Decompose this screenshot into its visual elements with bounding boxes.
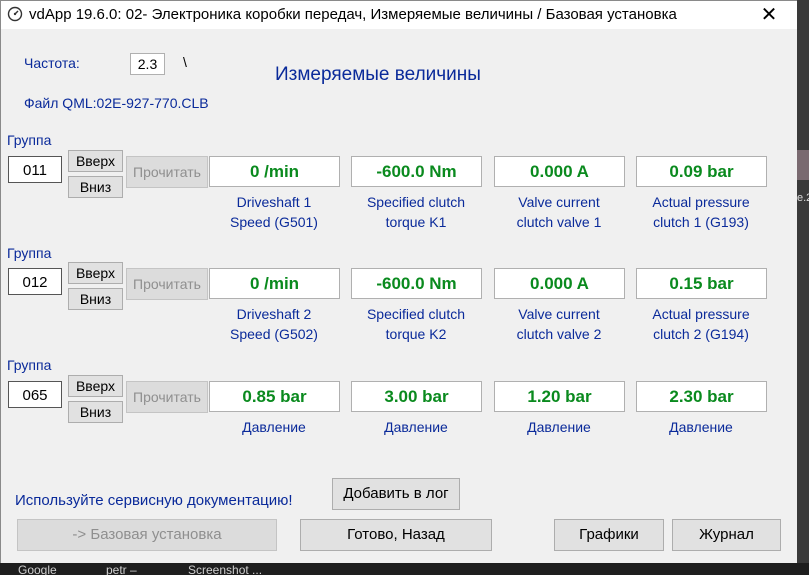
value-field: -600.0 Nm: [351, 156, 482, 187]
close-icon[interactable]: ✕: [757, 3, 781, 27]
value-field: 2.30 bar: [636, 381, 767, 412]
group-down-button[interactable]: Вниз: [68, 401, 123, 423]
group-up-button[interactable]: Вверх: [68, 262, 123, 284]
taskbar-item[interactable]: petr –: [106, 563, 137, 575]
value-caption: Actual pressure clutch 1 (G193): [652, 194, 750, 230]
main-panel: Частота: 2.3 \ Файл QML:02E-927-770.CLB …: [1, 29, 797, 564]
value-caption: Actual pressure clutch 2 (G194): [652, 306, 750, 342]
taskbar: Google petr – Screenshot ...: [0, 563, 809, 575]
basic-setting-button[interactable]: -> Базовая установка: [17, 519, 277, 551]
service-doc-notice: Используйте сервисную документацию!: [15, 492, 293, 509]
value-field: 0 /min: [209, 268, 340, 299]
value-caption: Давление: [242, 419, 306, 435]
group-down-button[interactable]: Вниз: [68, 176, 123, 198]
value-caption: Давление: [527, 419, 591, 435]
page-title: Измеряемые величины: [275, 64, 481, 85]
window-title: vdApp 19.6.0: 02- Электроника коробки пе…: [29, 6, 677, 23]
activity-spinner: \: [183, 54, 187, 70]
value-field: -600.0 Nm: [351, 268, 482, 299]
add-to-log-button[interactable]: Добавить в лог: [332, 478, 460, 510]
group-number-input[interactable]: 012: [8, 268, 62, 295]
value-caption: Driveshaft 2 Speed (G502): [230, 306, 318, 342]
group-up-button[interactable]: Вверх: [68, 150, 123, 172]
value-field: 0.000 A: [494, 156, 625, 187]
background-thumbnail: [797, 150, 809, 180]
value-field: 1.20 bar: [494, 381, 625, 412]
value-caption: Specified clutch torque K2: [366, 306, 466, 342]
read-button[interactable]: Прочитать: [126, 381, 208, 413]
read-button[interactable]: Прочитать: [126, 268, 208, 300]
value-field: 0.09 bar: [636, 156, 767, 187]
group-label: Группа: [7, 245, 52, 261]
group-number-input[interactable]: 065: [8, 381, 62, 408]
graphs-button[interactable]: Графики: [554, 519, 664, 551]
frequency-label: Частота:: [24, 55, 80, 71]
done-back-button[interactable]: Готово, Назад: [300, 519, 492, 551]
value-caption: Valve current clutch valve 1: [516, 194, 602, 230]
value-caption: Specified clutch torque K1: [366, 194, 466, 230]
taskbar-item[interactable]: Screenshot ...: [188, 563, 262, 575]
value-caption: Valve current clutch valve 2: [516, 306, 602, 342]
journal-button[interactable]: Журнал: [672, 519, 781, 551]
value-field: 0 /min: [209, 156, 340, 187]
value-field: 3.00 bar: [351, 381, 482, 412]
title-bar[interactable]: vdApp 19.6.0: 02- Электроника коробки пе…: [1, 1, 797, 29]
value-caption: Давление: [669, 419, 733, 435]
value-field: 0.15 bar: [636, 268, 767, 299]
app-window: vdApp 19.6.0: 02- Электроника коробки пе…: [0, 0, 798, 565]
frequency-value: 2.3: [130, 53, 165, 75]
background-window-edge: e.2: [797, 0, 809, 563]
group-down-button[interactable]: Вниз: [68, 288, 123, 310]
value-caption: Давление: [384, 419, 448, 435]
background-text: e.2: [797, 192, 809, 204]
gauge-icon: [7, 6, 23, 22]
group-number-input[interactable]: 011: [8, 156, 62, 183]
value-field: 0.85 bar: [209, 381, 340, 412]
value-field: 0.000 A: [494, 268, 625, 299]
taskbar-item[interactable]: Google: [18, 563, 57, 575]
qml-file-label: Файл QML:02E-927-770.CLB: [24, 95, 209, 111]
group-label: Группа: [7, 357, 52, 373]
read-button[interactable]: Прочитать: [126, 156, 208, 188]
value-caption: Driveshaft 1 Speed (G501): [230, 194, 318, 230]
group-label: Группа: [7, 132, 52, 148]
group-up-button[interactable]: Вверх: [68, 375, 123, 397]
